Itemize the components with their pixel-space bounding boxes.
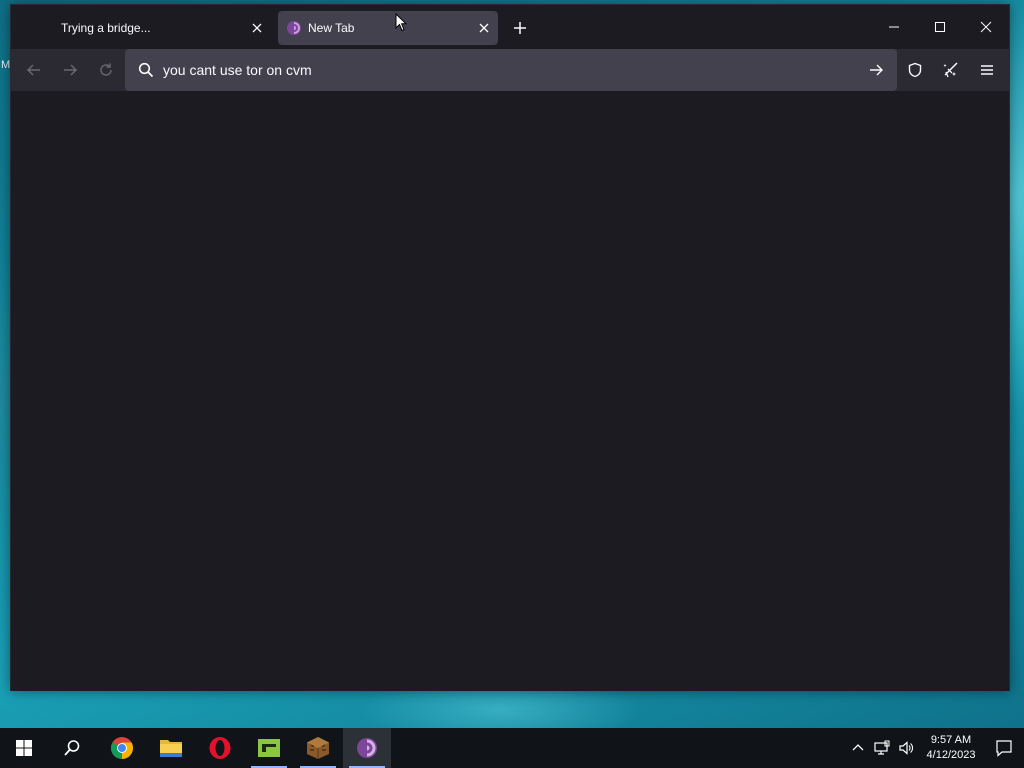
minimize-button[interactable] [871, 5, 917, 49]
tor-icon [357, 738, 377, 758]
tab-trying-a-bridge[interactable]: Trying a bridge... [51, 11, 271, 45]
search-icon [137, 61, 155, 79]
volume-button[interactable] [894, 728, 918, 768]
mouse-cursor-icon [395, 12, 408, 37]
plus-icon [514, 22, 526, 34]
app-menu-button[interactable] [973, 56, 1001, 84]
reload-icon [100, 63, 112, 76]
tab-bar: Trying a bridge... New Tab [11, 5, 1009, 49]
back-arrow-icon [27, 64, 40, 76]
taskbar: 9:57 AM 4/12/2023 [0, 728, 1024, 768]
window-controls [871, 5, 1009, 49]
clock-date: 4/12/2023 [926, 749, 976, 761]
chrome-app[interactable] [98, 728, 146, 768]
close-icon [479, 23, 489, 33]
minecraft-icon [307, 737, 329, 759]
maximize-button[interactable] [917, 5, 963, 49]
new-identity-button[interactable] [937, 56, 965, 84]
tor-browser-window: Trying a bridge... New Tab [10, 4, 1010, 691]
tab-new-tab[interactable]: New Tab [278, 11, 498, 45]
page-content-area[interactable] [11, 91, 1009, 691]
navigation-toolbar [11, 49, 1009, 91]
network-button[interactable] [870, 728, 894, 768]
url-bar[interactable] [125, 49, 897, 91]
chevron-up-icon [852, 744, 864, 751]
desktop-edge-label: M [1, 59, 11, 71]
new-identity-broom-icon [943, 62, 958, 78]
close-window-button[interactable] [963, 5, 1009, 49]
hamburger-menu-icon [981, 65, 993, 75]
network-icon [874, 740, 890, 755]
minimize-icon [889, 26, 899, 28]
chrome-icon [111, 737, 133, 759]
tor-browser-app[interactable] [343, 728, 391, 768]
maximize-icon [935, 22, 945, 32]
url-input[interactable] [163, 58, 861, 82]
new-tab-button[interactable] [507, 15, 533, 41]
tab-label: Trying a bridge... [61, 21, 151, 35]
go-button[interactable] [861, 55, 891, 85]
tab-label: New Tab [308, 21, 355, 35]
minecraft-app[interactable] [294, 728, 342, 768]
close-icon [980, 21, 992, 33]
shield-icon [908, 62, 922, 78]
system-tray: 9:57 AM 4/12/2023 [846, 728, 1024, 768]
security-level-button[interactable] [901, 56, 929, 84]
forward-arrow-icon [64, 64, 77, 76]
opera-icon [209, 737, 231, 759]
show-hidden-icons-button[interactable] [846, 728, 870, 768]
start-button[interactable] [0, 728, 48, 768]
volume-icon [899, 741, 913, 755]
close-icon [252, 23, 262, 33]
search-icon [64, 740, 80, 756]
folder-icon [160, 740, 182, 757]
back-button[interactable] [20, 56, 48, 84]
green-app-icon [258, 739, 280, 757]
windows-logo-icon [16, 740, 32, 756]
green-app[interactable] [245, 728, 293, 768]
notification-icon [996, 740, 1012, 757]
go-arrow-icon [870, 64, 883, 76]
tor-icon [286, 20, 302, 36]
taskbar-clock[interactable]: 9:57 AM 4/12/2023 [918, 728, 984, 768]
reload-button[interactable] [92, 56, 120, 84]
file-explorer-app[interactable] [147, 728, 195, 768]
close-tab-button[interactable] [245, 16, 269, 40]
opera-app[interactable] [196, 728, 244, 768]
close-tab-button[interactable] [472, 16, 496, 40]
forward-button[interactable] [56, 56, 84, 84]
action-center-button[interactable] [984, 728, 1024, 768]
search-button[interactable] [48, 728, 96, 768]
clock-time: 9:57 AM [930, 734, 972, 746]
